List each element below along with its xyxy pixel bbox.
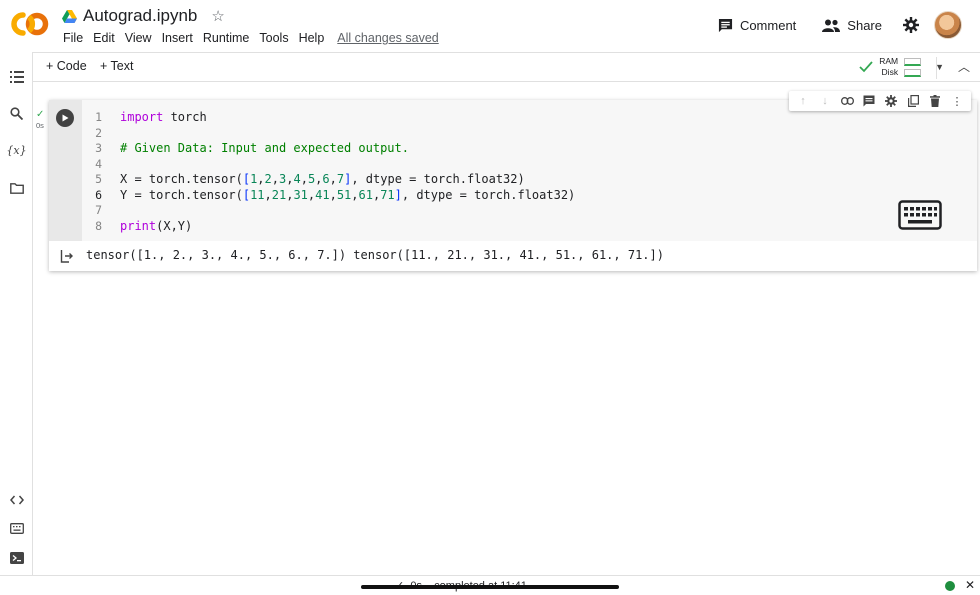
line-number: 7 [95, 203, 102, 217]
delete-icon[interactable] [925, 92, 945, 110]
command-palette-icon[interactable] [8, 520, 25, 537]
gear-icon[interactable] [881, 92, 901, 110]
connected-check-icon [859, 61, 873, 73]
comment-label: Comment [739, 17, 797, 33]
disk-bar [904, 68, 922, 77]
code-line: 3 # Given Data: Input and expected outpu… [82, 140, 409, 156]
menu-runtime[interactable]: Runtime [198, 30, 255, 46]
folder-icon[interactable] [8, 180, 25, 197]
code-line: 8 print(X,Y) [82, 218, 192, 234]
code-comment: # Given Data: Input and expected output. [120, 141, 409, 155]
line-number: 8 [95, 218, 102, 233]
run-cell-button[interactable] [56, 109, 74, 127]
comment-button[interactable]: Comment [710, 10, 804, 40]
title-row: Autograd.ipynb ☆ [62, 5, 225, 27]
table-of-contents-icon[interactable] [8, 68, 25, 85]
avatar[interactable] [934, 11, 962, 39]
menu-edit[interactable]: Edit [88, 30, 120, 46]
star-icon[interactable]: ☆ [211, 7, 224, 25]
code-line: 2 [82, 125, 120, 141]
comment-icon[interactable] [859, 92, 879, 110]
code-line: 1 import torch [82, 109, 207, 125]
cell-toolbar: ↑ ↓ ⋮ [789, 91, 971, 111]
code-line: 5 X = torch.tensor([1,2,3,4,5,6,7], dtyp… [82, 171, 525, 187]
output-text: tensor([1., 2., 3., 4., 5., 6., 7.]) ten… [86, 248, 664, 262]
play-icon [62, 114, 69, 122]
move-down-icon[interactable]: ↓ [815, 92, 835, 110]
cell-gutter [49, 100, 82, 241]
menu-insert[interactable]: Insert [157, 30, 198, 46]
line-number: 5 [95, 172, 102, 186]
mirror-cell-icon[interactable] [903, 92, 923, 110]
notebook-toolbar: + Code + Text RAM Disk ▼ ︿ [33, 52, 980, 82]
code-cell[interactable]: 1 import torch 2 3 # Given Data: Input a… [49, 91, 977, 271]
add-code-button[interactable]: + Code [46, 59, 87, 73]
line-number: 4 [95, 156, 102, 171]
disk-label: Disk [881, 67, 899, 77]
menu-bar: File Edit View Insert Runtime Tools Help… [58, 30, 444, 46]
resource-bars [904, 57, 922, 77]
code-editor[interactable]: 1 import torch 2 3 # Given Data: Input a… [82, 100, 977, 241]
menu-file[interactable]: File [58, 30, 88, 46]
share-button[interactable]: Share [814, 10, 890, 40]
gear-icon [903, 17, 919, 33]
add-text-button[interactable]: + Text [100, 59, 133, 73]
output-actions-icon[interactable] [60, 249, 74, 263]
menu-help[interactable]: Help [294, 30, 330, 46]
settings-button[interactable] [896, 10, 926, 40]
status-bar: ✓ 0s completed at 11:41 ✕ [0, 575, 980, 595]
code-snippets-icon[interactable] [8, 491, 25, 508]
code-text: X = torch.tensor([1,2,3,4,5,6,7], dtype … [120, 172, 525, 186]
line-number: 6 [95, 187, 102, 202]
close-icon[interactable]: ✕ [965, 578, 975, 592]
line-number: 2 [95, 125, 102, 140]
connection-dot-icon [945, 581, 955, 591]
cell-output: tensor([1., 2., 3., 4., 5., 6., 7.]) ten… [49, 241, 977, 271]
code-text: import torch [120, 110, 207, 124]
save-status[interactable]: All changes saved [332, 30, 443, 46]
variables-icon[interactable]: {𝑥} [6, 142, 26, 159]
people-icon [822, 19, 841, 32]
toolbar-divider [936, 57, 937, 79]
notebook-title[interactable]: Autograd.ipynb [83, 6, 197, 26]
line-number: 1 [95, 110, 102, 124]
drive-icon [62, 9, 77, 23]
chevron-up-icon[interactable]: ︿ [958, 58, 970, 75]
menu-view[interactable]: View [120, 30, 157, 46]
code-line: 4 [82, 156, 120, 172]
cell-execution-time: 0s [36, 121, 44, 130]
link-icon[interactable] [837, 92, 857, 110]
code-line: 7 [82, 202, 120, 218]
line-number: 3 [95, 141, 102, 155]
resources-indicator[interactable]: RAM Disk ▼ [859, 56, 944, 78]
more-vert-icon[interactable]: ⋮ [947, 92, 967, 110]
home-indicator [361, 585, 619, 589]
menu-tools[interactable]: Tools [254, 30, 293, 46]
terminal-icon[interactable] [8, 549, 25, 566]
comment-icon [718, 18, 732, 32]
code-text: Y = torch.tensor([11,21,31,41,51,61,71],… [120, 187, 576, 202]
code-line: 6 Y = torch.tensor([11,21,31,41,51,61,71… [82, 187, 575, 203]
app-header: Autograd.ipynb ☆ File Edit View Insert R… [0, 0, 980, 52]
left-sidebar: {𝑥} [0, 52, 33, 575]
move-up-icon[interactable]: ↑ [793, 92, 813, 110]
colab-logo[interactable] [10, 10, 50, 38]
code-text: print(X,Y) [120, 218, 193, 233]
keyboard-icon[interactable] [898, 200, 942, 230]
share-label: Share [847, 17, 882, 33]
ram-label: RAM [879, 56, 899, 66]
ram-bar [904, 57, 922, 66]
resource-labels: RAM Disk [879, 56, 898, 78]
header-actions: Comment Share [710, 10, 962, 40]
search-icon[interactable] [8, 105, 25, 122]
cell-status-check-icon: ✓ [36, 109, 45, 120]
